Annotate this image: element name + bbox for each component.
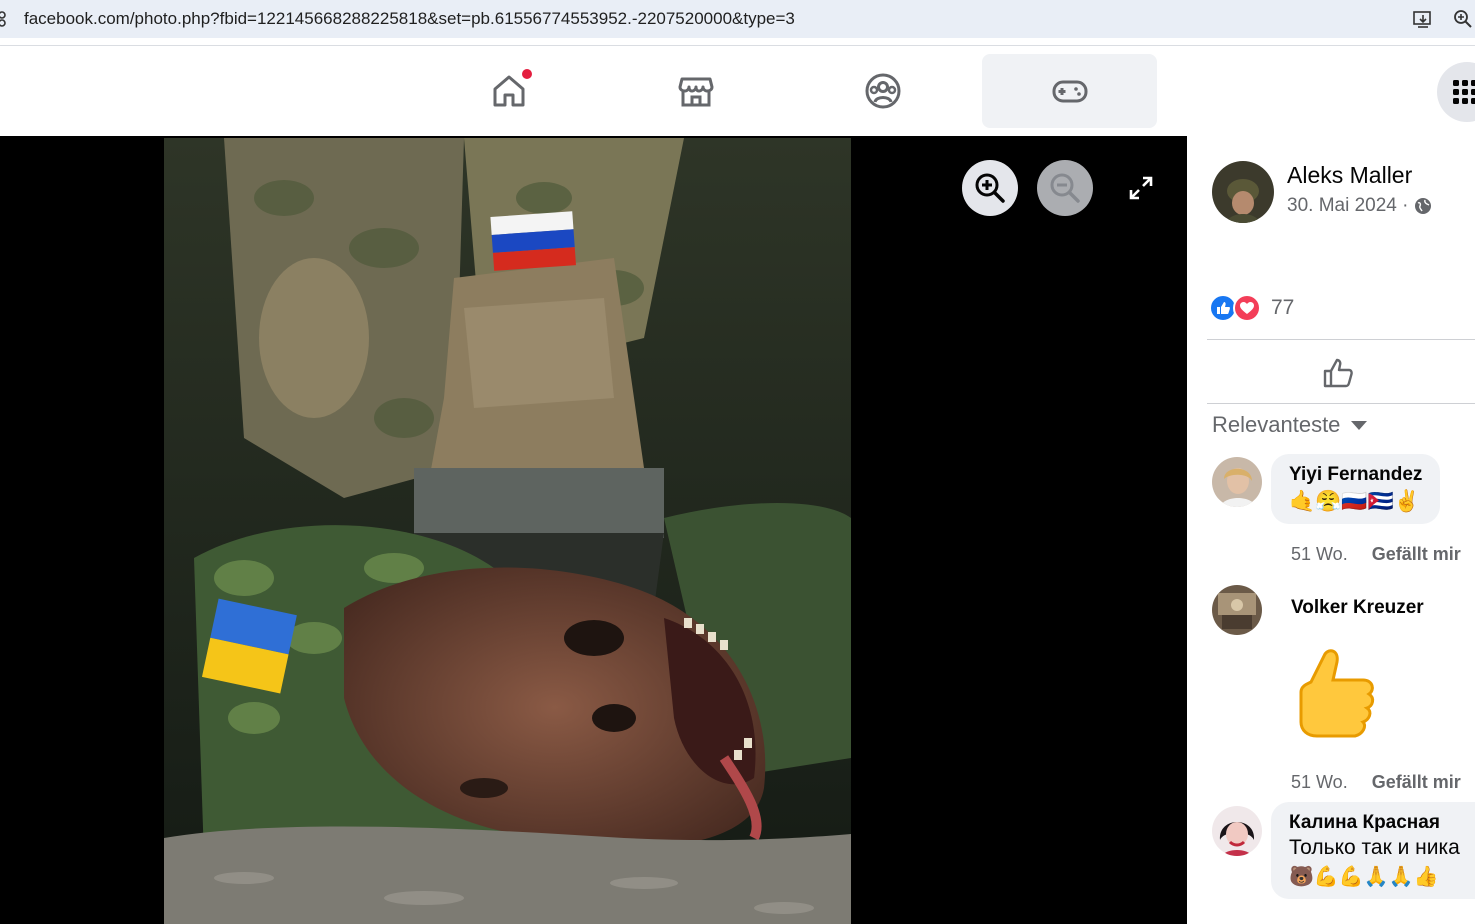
photo-viewer	[0, 136, 1187, 924]
author-photo	[1212, 161, 1274, 223]
commenter-photo	[1212, 457, 1262, 507]
menu-button[interactable]	[1437, 62, 1475, 122]
thumbs-up-icon	[1299, 649, 1375, 738]
commenter-photo	[1212, 806, 1262, 856]
zoom-in-icon	[975, 173, 1005, 203]
comment-meta: 51 Wo. Gefällt mir	[1291, 772, 1461, 793]
url-text[interactable]: facebook.com/photo.php?fbid=122145668288…	[24, 9, 795, 29]
comment-like-button[interactable]: Gefällt mir	[1372, 544, 1461, 564]
divider	[1207, 403, 1475, 404]
tab-gaming[interactable]	[982, 54, 1157, 128]
love-reaction-icon	[1233, 294, 1261, 322]
browser-address-bar[interactable]: facebook.com/photo.php?fbid=122145668288…	[0, 0, 1475, 38]
divider	[1207, 339, 1475, 340]
toolbar-divider	[0, 38, 1475, 46]
groups-icon	[865, 73, 900, 109]
comment-sort-dropdown[interactable]: Relevanteste	[1212, 412, 1368, 438]
comment-text: Только так и ника	[1289, 836, 1460, 859]
site-settings-icon[interactable]	[0, 10, 10, 28]
zoom-out-icon	[1050, 173, 1080, 203]
tab-home[interactable]	[421, 54, 596, 128]
commenter-photo	[1212, 585, 1262, 635]
reaction-summary[interactable]: 77	[1209, 294, 1294, 322]
comment-author[interactable]: Калина Красная	[1289, 812, 1475, 834]
commenter-avatar[interactable]	[1212, 457, 1262, 507]
comment-bubble: Калина Красная Только так и ника 🐻💪💪🙏🙏👍	[1271, 802, 1475, 899]
commenter-avatar[interactable]	[1212, 806, 1262, 856]
post-photo[interactable]	[164, 138, 851, 924]
zoom-in-button[interactable]	[962, 160, 1018, 216]
comment-time[interactable]: 51 Wo.	[1291, 772, 1348, 792]
comment-author[interactable]: Volker Kreuzer	[1291, 597, 1424, 619]
comment-like-button[interactable]: Gefällt mir	[1372, 772, 1461, 792]
sort-label: Relevanteste	[1212, 412, 1341, 437]
author-name[interactable]: Aleks Maller	[1287, 162, 1412, 189]
thumbs-up-sticker	[1281, 642, 1391, 752]
post-side-panel: Aleks Maller 30. Mai 2024 · 77 Relevante…	[1187, 136, 1475, 924]
globe-icon	[1415, 198, 1432, 214]
caret-down-icon	[1351, 421, 1368, 430]
post-date-row: 30. Mai 2024 ·	[1287, 195, 1432, 217]
facebook-top-nav	[0, 46, 1475, 136]
notification-dot	[521, 68, 533, 80]
photo-illustration	[164, 138, 851, 924]
comment-meta: 51 Wo. Gefällt mir	[1291, 544, 1461, 565]
post-date[interactable]: 30. Mai 2024 ·	[1287, 195, 1408, 217]
tab-marketplace[interactable]	[608, 54, 783, 128]
comment-time[interactable]: 51 Wo.	[1291, 544, 1348, 564]
commenter-avatar[interactable]	[1212, 585, 1262, 635]
comment-emoji-line: 🐻💪💪🙏🙏👍	[1289, 866, 1439, 888]
tab-groups[interactable]	[795, 54, 970, 128]
zoom-out-button[interactable]	[1037, 160, 1093, 216]
expand-icon	[1129, 176, 1153, 200]
grid-menu-icon	[1453, 80, 1475, 104]
author-avatar[interactable]	[1212, 161, 1274, 223]
comment-text: 🤙😤🇷🇺🇨🇺✌️	[1289, 490, 1420, 513]
comment-author[interactable]: Yiyi Fernandez	[1289, 464, 1422, 486]
like-button[interactable]	[1321, 356, 1355, 390]
fullscreen-button[interactable]	[1113, 160, 1169, 216]
install-app-icon[interactable]	[1412, 8, 1434, 30]
zoom-icon[interactable]	[1452, 8, 1474, 30]
comment-bubble: Yiyi Fernandez 🤙😤🇷🇺🇨🇺✌️	[1271, 454, 1441, 524]
reaction-count: 77	[1271, 296, 1295, 319]
marketplace-icon	[678, 77, 713, 107]
gaming-icon	[1052, 80, 1087, 103]
